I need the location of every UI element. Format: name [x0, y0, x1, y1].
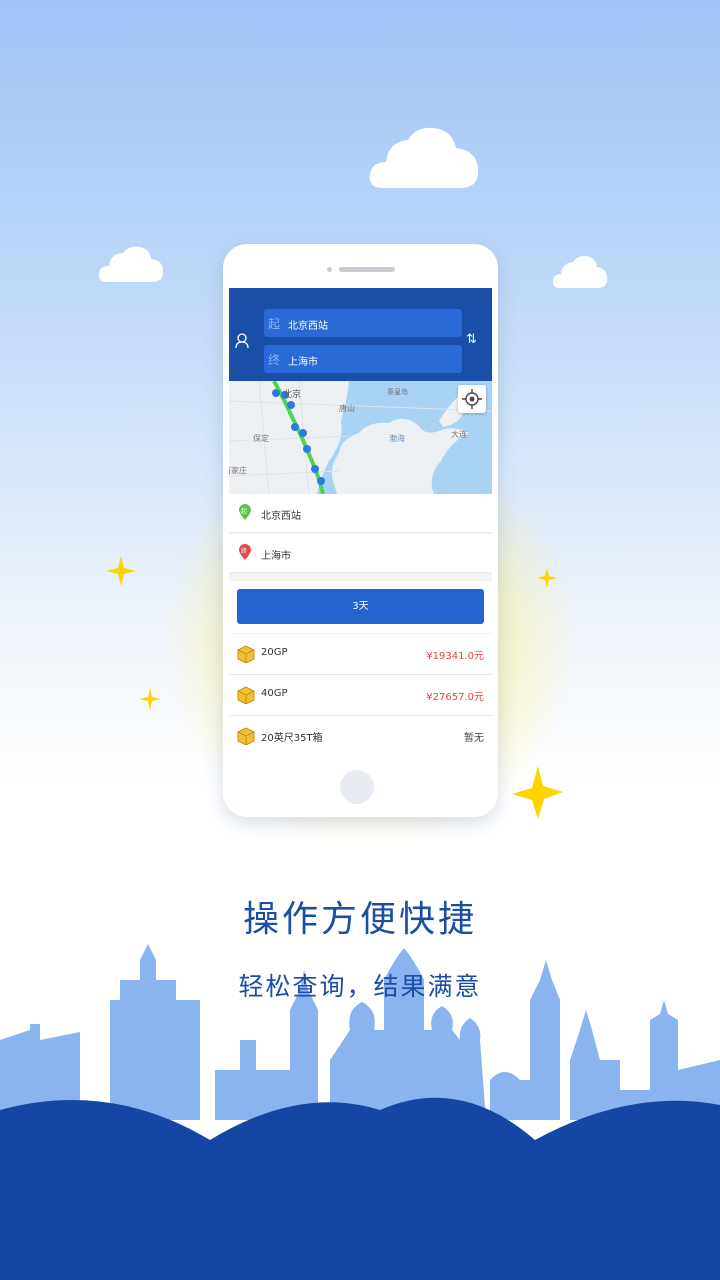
- locate-button[interactable]: [458, 385, 486, 413]
- cloud-icon: [552, 255, 608, 288]
- subheadline: 轻松查询，结果满意: [238, 972, 482, 1001]
- duration-button[interactable]: 3天: [237, 589, 484, 624]
- destination-stop-name: 上海市: [261, 551, 291, 562]
- container-type: 20GP: [261, 647, 288, 658]
- map-label-tangshan: 唐山: [339, 404, 355, 413]
- speaker-grill: [339, 267, 395, 272]
- quote-row[interactable]: 40GP ¥27657.0元: [229, 675, 492, 716]
- big-star-icon: [512, 766, 563, 819]
- destination-pin-badge: 终: [241, 548, 248, 555]
- home-button: [340, 770, 374, 804]
- origin-stop-row[interactable]: 起 北京西站: [229, 494, 492, 533]
- headline: 操作方便快捷: [242, 899, 477, 940]
- map-label-bohai: 渤海: [389, 434, 405, 443]
- container-box-icon: [237, 686, 255, 704]
- map-label-dalian: 大连: [451, 430, 467, 439]
- phone-mockup: 起 北京西站 终 上海市 ⇅ 北京 唐山 秦皇岛 保定 渤海 大连 家庄 起 北…: [223, 244, 498, 817]
- sparkle-star-icon: [537, 568, 557, 588]
- origin-pin-badge: 起: [241, 508, 248, 515]
- route-header: 起 北京西站 终 上海市 ⇅: [229, 288, 492, 381]
- quote-row[interactable]: 20英尺35T箱 暂无: [229, 716, 492, 756]
- map-label-baoding: 保定: [253, 434, 269, 443]
- cloud-icon: [369, 127, 479, 188]
- container-type: 40GP: [261, 688, 288, 699]
- container-box-icon: [237, 645, 255, 663]
- app-screen: 起 北京西站 终 上海市 ⇅ 北京 唐山 秦皇岛 保定 渤海 大连 家庄 起 北…: [229, 288, 492, 756]
- destination-tag: 终: [268, 353, 281, 367]
- quote-price: ¥19341.0元: [426, 651, 484, 662]
- origin-input[interactable]: 起 北京西站: [264, 309, 462, 337]
- origin-tag: 起: [268, 317, 281, 331]
- quote-price: ¥27657.0元: [426, 692, 484, 703]
- cloud-icon: [98, 246, 164, 282]
- sparkle-star-icon: [139, 688, 161, 710]
- quote-price: 暂无: [464, 733, 484, 744]
- swap-icon[interactable]: ⇅: [466, 332, 477, 347]
- map-label-qinhuangdao: 秦皇岛: [387, 388, 408, 396]
- camera-dot: [327, 267, 332, 272]
- crosshair-icon: [462, 389, 482, 409]
- origin-value: 北京西站: [288, 321, 328, 332]
- destination-stop-row[interactable]: 终 上海市: [229, 534, 492, 573]
- container-type: 20英尺35T箱: [261, 733, 323, 744]
- route-map[interactable]: 北京 唐山 秦皇岛 保定 渤海 大连 石家庄: [229, 381, 492, 494]
- quote-row[interactable]: 20GP ¥19341.0元: [229, 634, 492, 675]
- sparkle-star-icon: [106, 556, 136, 586]
- destination-input[interactable]: 终 上海市: [264, 345, 462, 373]
- map-label-beijing: 北京: [283, 390, 302, 400]
- destination-value: 上海市: [288, 357, 318, 368]
- origin-stop-name: 北京西站: [261, 511, 301, 522]
- duration-area: 3天: [229, 581, 492, 633]
- user-icon[interactable]: [235, 333, 249, 349]
- container-box-icon: [237, 727, 255, 745]
- map-label-shijiazhuang: 石家庄: [229, 466, 247, 475]
